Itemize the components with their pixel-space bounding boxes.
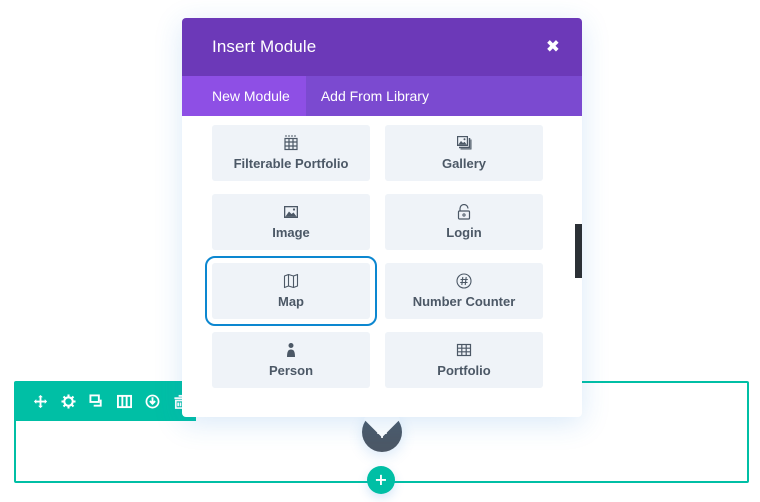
module-label: Login <box>446 225 482 240</box>
module-label: Image <box>272 225 310 240</box>
add-row-button[interactable]: + <box>367 466 395 494</box>
module-label: Portfolio <box>437 363 491 378</box>
module-map[interactable]: Map <box>205 256 377 326</box>
tab-add-from-library[interactable]: Add From Library <box>306 76 445 116</box>
module-login[interactable]: Login <box>385 194 543 250</box>
module-label: Person <box>268 363 314 378</box>
grid-icon <box>456 343 472 357</box>
gear-icon[interactable] <box>54 387 82 415</box>
tab-new-module[interactable]: New Module <box>182 76 306 116</box>
module-label: Number Counter <box>412 294 516 309</box>
plus-icon: + <box>374 470 388 489</box>
image-icon <box>284 206 298 218</box>
grid-icon <box>284 135 298 151</box>
module-image[interactable]: Image <box>212 194 370 250</box>
module-number-counter[interactable]: Number Counter <box>385 263 543 319</box>
modal-tabs: New Module Add From Library <box>182 76 582 116</box>
duplicate-icon[interactable] <box>82 387 110 415</box>
insert-module-modal: Insert Module ✖ New Module Add From Libr… <box>182 18 582 417</box>
scrollbar-thumb[interactable] <box>575 224 582 278</box>
module-gallery[interactable]: Gallery <box>385 125 543 181</box>
columns-icon[interactable] <box>110 387 138 415</box>
module-label: Map <box>278 294 304 309</box>
module-portfolio[interactable]: Portfolio <box>385 332 543 388</box>
module-list: Filterable Portfolio Gallery Image Login… <box>182 116 582 417</box>
person-icon <box>287 343 295 357</box>
module-label: Filterable Portfolio <box>233 156 349 171</box>
module-person[interactable]: Person <box>212 332 370 388</box>
save-icon[interactable] <box>138 387 166 415</box>
hash-icon <box>456 273 472 289</box>
close-icon[interactable]: ✖ <box>546 38 560 56</box>
row-toolbar <box>14 381 196 421</box>
modal-title: Insert Module <box>212 37 317 56</box>
move-icon[interactable] <box>26 387 54 415</box>
lock-open-icon <box>457 204 471 220</box>
gallery-icon <box>457 136 472 150</box>
module-filterable-portfolio[interactable]: Filterable Portfolio <box>212 125 370 181</box>
map-icon <box>283 273 299 289</box>
modal-header: Insert Module ✖ <box>182 18 582 76</box>
module-label: Gallery <box>441 156 487 171</box>
